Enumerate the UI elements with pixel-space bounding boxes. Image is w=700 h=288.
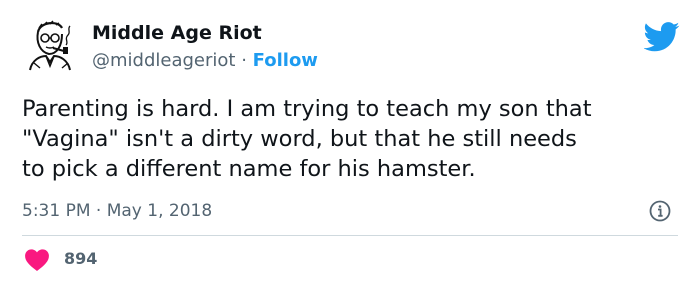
handle-row: @middleageriot · Follow: [92, 50, 318, 71]
avatar[interactable]: [22, 16, 82, 72]
twitter-bird-icon[interactable]: [643, 22, 680, 52]
author-name[interactable]: Middle Age Riot: [92, 22, 262, 44]
follow-link[interactable]: Follow: [253, 50, 318, 71]
info-icon[interactable]: [648, 199, 672, 223]
divider: [22, 235, 678, 236]
author-handle[interactable]: @middleageriot: [92, 50, 235, 71]
tweet-text: Parenting is hard. I am trying to teach …: [22, 96, 592, 182]
tweet-timestamp[interactable]: 5:31 PM · May 1, 2018: [22, 201, 212, 221]
like-count: 894: [64, 249, 98, 268]
separator-dot: ·: [241, 50, 247, 71]
tweet-card: Middle Age Riot @middleageriot · Follow …: [0, 0, 700, 288]
heart-icon[interactable]: [24, 248, 50, 272]
